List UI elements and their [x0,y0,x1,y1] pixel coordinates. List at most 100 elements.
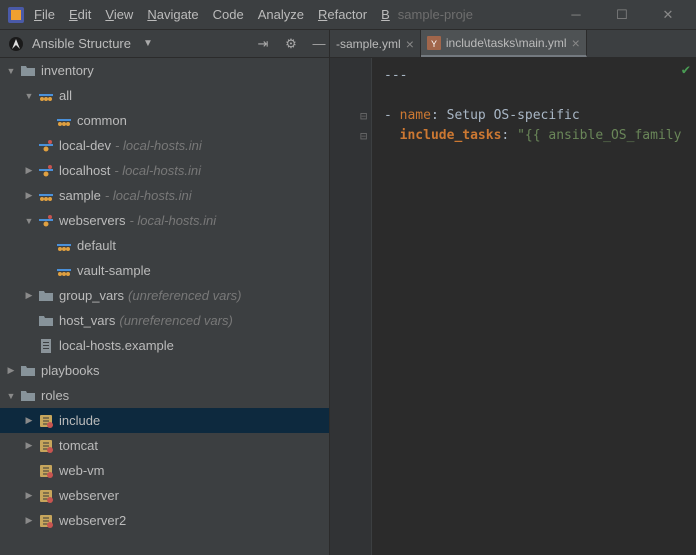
main-menu: File Edit View Navigate Code Analyze Ref… [34,7,390,22]
tree-node-include[interactable]: include [0,408,329,433]
tree-twisty-icon[interactable] [4,66,18,76]
host-icon [38,213,54,229]
tree-twisty-icon[interactable] [22,165,36,176]
tree-node-label: roles [41,388,69,403]
code-editor[interactable]: ✔ ⊟ ⊟ --- - name: Setup OS-specific incl… [330,58,696,555]
folder-icon [38,313,54,329]
tree-node-local-hosts-example[interactable]: local-hosts.example [0,333,329,358]
tree-node-label: all [59,88,72,103]
fold-icon[interactable]: ⊟ [360,126,367,146]
tree-node-common[interactable]: common [0,108,329,133]
tree-node-inventory[interactable]: inventory [0,58,329,83]
folder-icon [20,63,36,79]
svg-text:Y: Y [431,39,437,49]
tree-node-label: local-dev [59,138,111,153]
menu-refactor[interactable]: Refactor [318,7,367,22]
folder-icon [20,363,36,379]
tree-node-webserver2[interactable]: webserver2 [0,508,329,533]
tab-label: include\tasks\main.yml [446,36,567,50]
folder-icon [20,388,36,404]
tree-node-label: vault-sample [77,263,151,278]
collapse-icon[interactable]: ⇥ [253,36,273,52]
menu-code[interactable]: Code [213,7,244,22]
tree-node-label: localhost [59,163,110,178]
tree-node-label: host_vars [59,313,115,328]
role-icon [38,463,54,479]
tree-node-hint: - local-hosts.ini [129,213,216,228]
tree-node-label: local-hosts.example [59,338,174,353]
group-icon [38,88,54,104]
tree-node-web-vm[interactable]: web-vm [0,458,329,483]
tree-node-label: web-vm [59,463,105,478]
close-icon[interactable]: × [572,35,580,51]
tree-node-tomcat[interactable]: tomcat [0,433,329,458]
minimize-button[interactable]: ─ [562,7,590,23]
tree-node-roles[interactable]: roles [0,383,329,408]
editor-tabs: -sample.yml × Y include\tasks\main.yml × [330,30,696,57]
tree-node-host-vars[interactable]: host_vars (unreferenced vars) [0,308,329,333]
role-icon [38,438,54,454]
tree-node-sample[interactable]: sample - local-hosts.ini [0,183,329,208]
tree-twisty-icon[interactable] [4,391,18,401]
tree-twisty-icon[interactable] [22,91,36,101]
tree-node-webserver[interactable]: webserver [0,483,329,508]
tab-sample-yml[interactable]: -sample.yml × [330,30,421,57]
fold-icon[interactable]: ⊟ [360,106,367,126]
group-icon [56,238,72,254]
tree-twisty-icon[interactable] [22,290,36,301]
menu-navigate[interactable]: Navigate [147,7,198,22]
tab-main-yml[interactable]: Y include\tasks\main.yml × [421,30,587,57]
tree-node-localhost[interactable]: localhost - local-hosts.ini [0,158,329,183]
tree-node-hint: - local-hosts.ini [105,188,192,203]
tab-label: -sample.yml [336,37,401,51]
menu-file[interactable]: File [34,7,55,22]
tree-twisty-icon[interactable] [22,415,36,426]
maximize-button[interactable]: ☐ [608,7,636,23]
tree-node-group-vars[interactable]: group_vars (unreferenced vars) [0,283,329,308]
tree-node-default[interactable]: default [0,233,329,258]
role-icon [38,413,54,429]
tree-node-local-dev[interactable]: local-dev - local-hosts.ini [0,133,329,158]
yaml-file-icon: Y [427,36,441,50]
tree-node-hint: (unreferenced vars) [119,313,232,328]
group-icon [56,263,72,279]
tree-node-label: common [77,113,127,128]
tree-node-all[interactable]: all [0,83,329,108]
tree-node-vault-sample[interactable]: vault-sample [0,258,329,283]
tree-node-label: playbooks [41,363,100,378]
tree-node-hint: (unreferenced vars) [128,288,241,303]
tree-node-playbooks[interactable]: playbooks [0,358,329,383]
tool-window-title[interactable]: Ansible Structure [32,36,131,51]
file-icon [38,338,54,354]
tree-node-label: group_vars [59,288,124,303]
tool-window-header: Ansible Structure ▼ ⇥ ⚙ — [0,30,330,57]
tree-twisty-icon[interactable] [22,440,36,451]
tree-twisty-icon[interactable] [22,190,36,201]
tree-node-webservers[interactable]: webservers - local-hosts.ini [0,208,329,233]
tree-node-label: webservers [59,213,125,228]
menu-more[interactable]: B [381,7,390,22]
tree-node-hint: - local-hosts.ini [115,138,202,153]
folder-icon [38,288,54,304]
menu-analyze[interactable]: Analyze [258,7,304,22]
tree-twisty-icon[interactable] [22,216,36,226]
tree-twisty-icon[interactable] [22,490,36,501]
menu-view[interactable]: View [105,7,133,22]
close-button[interactable]: ✕ [654,7,682,23]
tree-node-label: default [77,238,116,253]
close-icon[interactable]: × [406,36,414,52]
menu-edit[interactable]: Edit [69,7,91,22]
main-area: inventory all common local-dev - local-host… [0,58,696,555]
structure-tree[interactable]: inventory all common local-dev - local-host… [0,58,330,555]
hide-icon[interactable]: — [309,36,329,51]
toolbar: Ansible Structure ▼ ⇥ ⚙ — -sample.yml × … [0,30,696,58]
settings-icon[interactable]: ⚙ [281,36,301,52]
project-title: sample-proje [398,7,562,22]
tree-node-label: webserver2 [59,513,126,528]
code-content[interactable]: --- - name: Setup OS-specific include_ta… [384,66,696,146]
chevron-down-icon[interactable]: ▼ [143,38,153,49]
tree-node-label: webserver [59,488,119,503]
group-icon [56,113,72,129]
tree-twisty-icon[interactable] [4,365,18,376]
tree-twisty-icon[interactable] [22,515,36,526]
